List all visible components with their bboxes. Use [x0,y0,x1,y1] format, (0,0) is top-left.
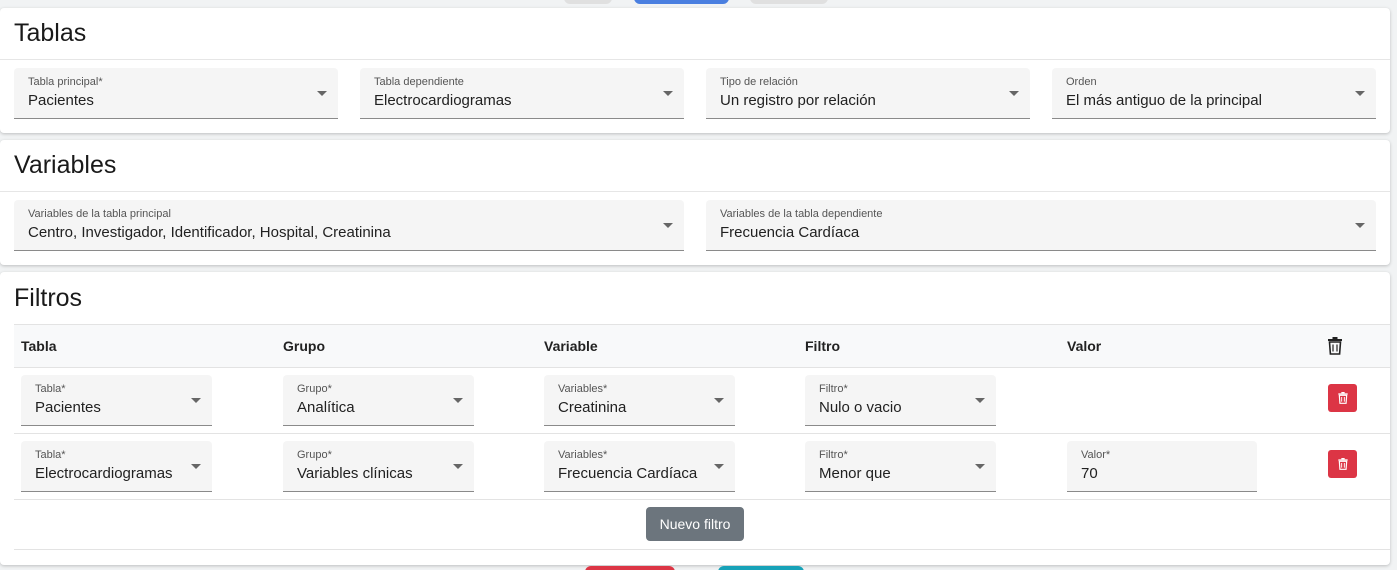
field-label: Filtro* [819,383,848,395]
field-value: Pacientes [28,92,94,109]
action-button-stub[interactable] [718,566,804,570]
field-label: Tabla principal* [28,76,103,88]
main-table-select[interactable]: Tabla principal* Pacientes [14,68,338,119]
filter-operator-select[interactable]: Filtro* Menor que [805,441,996,492]
tablas-title: Tablas [0,8,1390,60]
table-row: Tabla* Electrocardiogramas Grupo* Variab… [14,434,1390,500]
field-value: Creatinina [558,399,627,416]
field-value: Un registro por relación [720,92,876,109]
action-button-stub[interactable] [585,566,675,570]
table-row: Tabla* Pacientes Grupo* Analítica Variab… [14,368,1390,434]
filters-table-header: Tabla Grupo Variable Filtro Valor [14,324,1390,368]
order-select[interactable]: Orden El más antiguo de la principal [1052,68,1376,119]
field-label: Grupo* [297,383,332,395]
caret-down-icon [191,398,201,403]
trash-icon [1337,458,1348,470]
toolbar-primary-button-stub[interactable] [634,0,729,4]
field-value: Electrocardiogramas [374,92,512,109]
field-label: Tabla* [35,383,66,395]
field-value: Variables clínicas [297,465,413,482]
field-label: Variables de la tabla dependiente [720,208,883,220]
caret-down-icon [663,223,673,228]
field-value: El más antiguo de la principal [1066,92,1262,109]
toolbar-button-stub[interactable] [750,0,828,4]
dependent-table-select[interactable]: Tabla dependiente Electrocardiogramas [360,68,684,119]
header-filtro: Filtro [805,338,840,354]
filter-table-select[interactable]: Tabla* Electrocardiogramas [21,441,212,492]
field-value: Nulo o vacio [819,399,902,416]
new-filter-button[interactable]: Nuevo filtro [646,507,744,541]
field-label: Grupo* [297,449,332,461]
caret-down-icon [714,398,724,403]
field-label: Tipo de relación [720,76,798,88]
delete-filter-button[interactable] [1328,384,1357,412]
field-value: Frecuencia Cardíaca [720,224,860,241]
field-label: Variables de la tabla principal [28,208,171,220]
field-label: Variables* [558,449,608,461]
caret-down-icon [191,464,201,469]
variables-card: Variables Variables de la tabla principa… [0,140,1390,265]
field-value: Analítica [297,399,355,416]
filter-value-input[interactable]: Valor* 70 [1067,441,1257,492]
caret-down-icon [975,464,985,469]
field-value: Centro, Investigador, Identificador, Hos… [28,224,391,241]
delete-filter-button[interactable] [1328,450,1357,478]
field-label: Variables* [558,383,608,395]
field-label: Tabla dependiente [374,76,464,88]
filter-table-select[interactable]: Tabla* Pacientes [21,375,212,426]
caret-down-icon [975,398,985,403]
caret-down-icon [714,464,724,469]
filtros-card: Filtros Tabla Grupo Variable Filtro Valo… [0,272,1390,565]
field-label: Orden [1066,76,1097,88]
field-value: Pacientes [35,399,101,416]
trash-icon [1337,392,1348,404]
trash-icon[interactable] [1328,337,1342,355]
field-label: Filtro* [819,449,848,461]
toolbar-button-stub[interactable] [564,0,612,4]
filters-footer: Nuevo filtro [14,500,1390,550]
dependent-table-variables-select[interactable]: Variables de la tabla dependiente Frecue… [706,200,1376,251]
filters-table: Tabla Grupo Variable Filtro Valor Tabla*… [14,324,1390,550]
caret-down-icon [317,91,327,96]
tablas-card: Tablas Tabla principal* Pacientes Tabla … [0,8,1390,133]
field-label: Tabla* [35,449,66,461]
filter-variable-select[interactable]: Variables* Creatinina [544,375,735,426]
caret-down-icon [1355,223,1365,228]
field-value: Frecuencia Cardíaca [558,465,698,482]
main-table-variables-select[interactable]: Variables de la tabla principal Centro, … [14,200,684,251]
relation-type-select[interactable]: Tipo de relación Un registro por relació… [706,68,1030,119]
caret-down-icon [453,464,463,469]
field-value: 70 [1081,465,1098,482]
filter-group-select[interactable]: Grupo* Variables clínicas [283,441,474,492]
caret-down-icon [1355,91,1365,96]
variables-title: Variables [0,140,1390,192]
header-grupo: Grupo [283,338,325,354]
header-valor: Valor [1067,338,1102,354]
field-value: Electrocardiogramas [35,465,173,482]
filter-group-select[interactable]: Grupo* Analítica [283,375,474,426]
caret-down-icon [453,398,463,403]
caret-down-icon [663,91,673,96]
filter-operator-select[interactable]: Filtro* Nulo o vacio [805,375,996,426]
field-value: Menor que [819,465,891,482]
header-variable: Variable [544,338,598,354]
caret-down-icon [1009,91,1019,96]
filtros-title: Filtros [14,283,83,312]
filter-variable-select[interactable]: Variables* Frecuencia Cardíaca [544,441,735,492]
header-tabla: Tabla [21,338,57,354]
field-label: Valor* [1081,449,1111,461]
